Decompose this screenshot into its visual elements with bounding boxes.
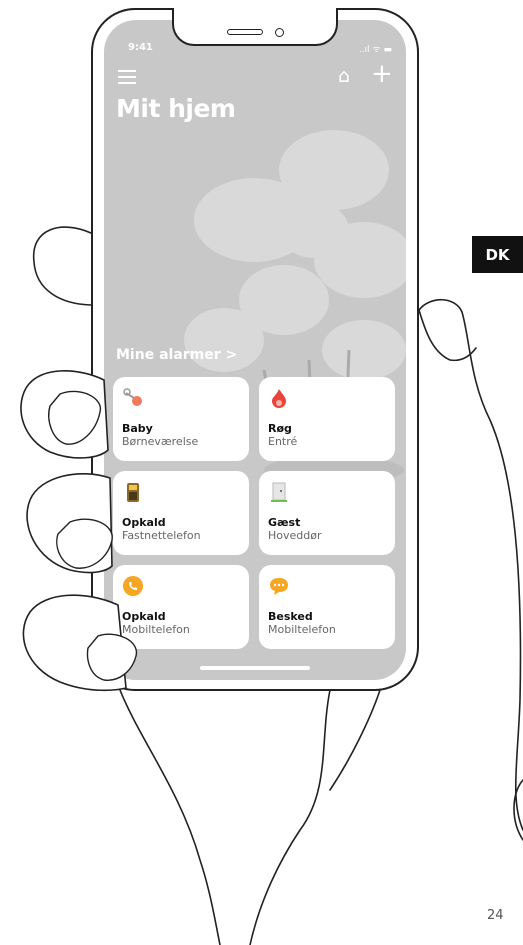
alarm-name: Opkald <box>122 516 166 529</box>
add-icon[interactable]: + <box>371 59 393 89</box>
phone-notch <box>172 8 338 46</box>
flame-icon <box>272 389 286 408</box>
message-icon <box>270 578 288 595</box>
alarm-name: Besked <box>268 610 313 623</box>
alarm-location: Mobiltelefon <box>122 623 190 636</box>
alarm-card-baby[interactable]: Baby Børneværelse <box>113 377 249 461</box>
alarm-card-landline[interactable]: Opkald Fastnettelefon <box>113 471 249 555</box>
alarm-name: Røg <box>268 422 292 435</box>
status-time: 9:41 <box>128 42 153 53</box>
landline-phone-icon <box>127 483 139 502</box>
alarm-location: Entré <box>268 435 298 448</box>
alarm-card-mobile-call[interactable]: Opkald Mobiltelefon <box>113 565 249 649</box>
alarm-location: Børneværelse <box>122 435 199 448</box>
alarm-location: Hoveddør <box>268 529 322 542</box>
alarm-name: Gæst <box>268 516 301 529</box>
door-icon <box>271 482 287 502</box>
alarm-card-guest[interactable]: Gæst Hoveddør <box>259 471 395 555</box>
page-number: 24 <box>487 908 504 923</box>
alarm-location: Fastnettelefon <box>122 529 201 542</box>
alarm-location: Mobiltelefon <box>268 623 336 636</box>
status-icons: ..ıl ᯤ ▬ <box>358 45 392 55</box>
camera-icon <box>275 28 284 37</box>
app-screen: 9:41 ..ıl ᯤ ▬ ⌂ + Mit hjem Mine alarmer … <box>104 20 406 680</box>
alarms-section-link[interactable]: Mine alarmer > <box>116 347 237 363</box>
pacifier-icon <box>123 388 142 406</box>
alarm-name: Baby <box>122 422 153 435</box>
home-indicator[interactable] <box>200 666 310 670</box>
speaker-icon <box>227 29 263 35</box>
mobile-call-icon <box>123 576 143 596</box>
alarm-card-message[interactable]: Besked Mobiltelefon <box>259 565 395 649</box>
alarm-name: Opkald <box>122 610 166 623</box>
menu-icon[interactable] <box>118 70 136 88</box>
home-icon[interactable]: ⌂ <box>338 65 350 87</box>
language-tab: DK <box>472 236 523 273</box>
page-title: Mit hjem <box>116 94 236 123</box>
alarm-card-smoke[interactable]: Røg Entré <box>259 377 395 461</box>
